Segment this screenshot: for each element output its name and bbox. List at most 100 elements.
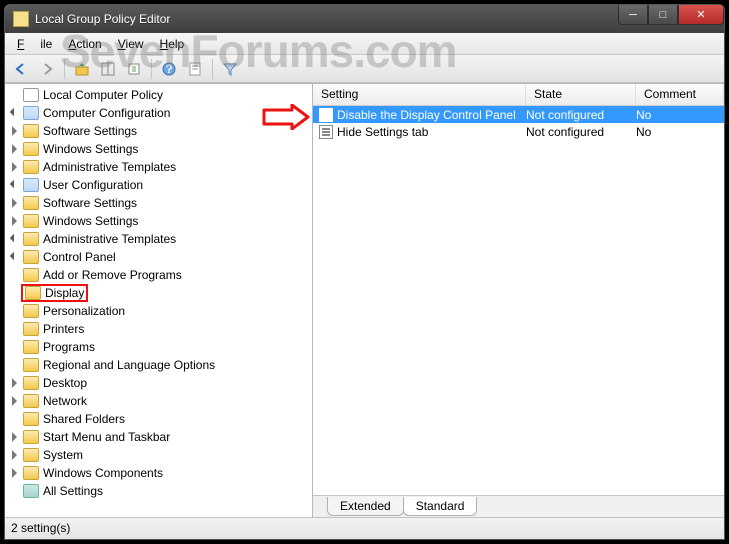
list-header: Setting State Comment: [313, 84, 724, 106]
list-row[interactable]: Disable the Display Control Panel Not co…: [313, 106, 724, 123]
folder-icon: [23, 268, 39, 282]
list-body[interactable]: Disable the Display Control Panel Not co…: [313, 106, 724, 495]
export-button[interactable]: [122, 58, 146, 80]
tree-item[interactable]: Desktop: [5, 374, 312, 392]
folder-icon: [23, 394, 39, 408]
window-buttons: ─ □ ✕: [618, 5, 724, 33]
tree-item[interactable]: Personalization: [5, 302, 312, 320]
tree-root[interactable]: Local Computer Policy: [5, 86, 312, 104]
filter-button[interactable]: [218, 58, 242, 80]
forward-button[interactable]: [35, 58, 59, 80]
menu-file[interactable]: File: [9, 35, 60, 53]
computer-icon: [23, 106, 39, 120]
list-panel: Setting State Comment Disable the Displa…: [313, 84, 724, 517]
folder-icon: [23, 160, 39, 174]
expander-icon[interactable]: [9, 233, 21, 245]
expander-icon[interactable]: [9, 197, 21, 209]
folder-icon: [23, 448, 39, 462]
expander-icon[interactable]: [9, 179, 21, 191]
app-icon: [13, 11, 29, 27]
tree-all-settings[interactable]: All Settings: [5, 482, 312, 500]
expander-icon[interactable]: [9, 143, 21, 155]
folder-open-icon: [23, 232, 39, 246]
expander-icon[interactable]: [9, 395, 21, 407]
tree-item[interactable]: Network: [5, 392, 312, 410]
help-button[interactable]: ?: [157, 58, 181, 80]
tree-panel[interactable]: Local Computer Policy Computer Configura…: [5, 84, 313, 517]
folder-icon: [23, 340, 39, 354]
up-button[interactable]: [70, 58, 94, 80]
tree-computer-config[interactable]: Computer Configuration: [5, 104, 312, 122]
folder-icon: [23, 142, 39, 156]
expander-icon[interactable]: [9, 431, 21, 443]
list-row[interactable]: Hide Settings tab Not configured No: [313, 123, 724, 140]
tree-item[interactable]: Windows Settings: [5, 140, 312, 158]
tree-item[interactable]: Shared Folders: [5, 410, 312, 428]
tree-admin-templates[interactable]: Administrative Templates: [5, 230, 312, 248]
expander-icon[interactable]: [9, 449, 21, 461]
svg-text:?: ?: [165, 62, 172, 76]
separator: [212, 59, 213, 79]
tree-user-config[interactable]: User Configuration: [5, 176, 312, 194]
folder-icon: [23, 358, 39, 372]
col-state[interactable]: State: [526, 84, 636, 105]
tree-item[interactable]: Administrative Templates: [5, 158, 312, 176]
menu-help[interactable]: Help: [152, 35, 193, 53]
status-text: 2 setting(s): [11, 521, 70, 535]
setting-icon: [319, 108, 333, 122]
col-setting[interactable]: Setting: [313, 84, 526, 105]
tree-item[interactable]: Software Settings: [5, 122, 312, 140]
tree-item[interactable]: Regional and Language Options: [5, 356, 312, 374]
statusbar: 2 setting(s): [5, 517, 724, 539]
expander-icon[interactable]: [9, 107, 21, 119]
tabs: Extended Standard: [313, 495, 724, 517]
user-icon: [23, 178, 39, 192]
folder-icon: [23, 214, 39, 228]
expander-icon[interactable]: [9, 161, 21, 173]
folder-icon: [23, 124, 39, 138]
show-hide-button[interactable]: [96, 58, 120, 80]
maximize-button[interactable]: □: [648, 5, 678, 25]
tree-item[interactable]: Programs: [5, 338, 312, 356]
folder-icon: [23, 466, 39, 480]
expander-icon[interactable]: [9, 251, 21, 263]
folder-open-icon: [23, 250, 39, 264]
expander-icon[interactable]: [9, 377, 21, 389]
separator: [64, 59, 65, 79]
tree-item[interactable]: Software Settings: [5, 194, 312, 212]
properties-button[interactable]: [183, 58, 207, 80]
close-button[interactable]: ✕: [678, 5, 724, 25]
folder-icon: [25, 286, 41, 300]
policy-icon: [23, 88, 39, 102]
tab-standard[interactable]: Standard: [403, 497, 478, 516]
menu-action[interactable]: Action: [60, 35, 109, 53]
titlebar[interactable]: Local Group Policy Editor ─ □ ✕: [5, 5, 724, 33]
app-window: Local Group Policy Editor ─ □ ✕ File Act…: [4, 4, 725, 540]
col-comment[interactable]: Comment: [636, 84, 724, 105]
minimize-button[interactable]: ─: [618, 5, 648, 25]
back-button[interactable]: [9, 58, 33, 80]
expander-icon[interactable]: [9, 125, 21, 137]
tree-item[interactable]: Windows Components: [5, 464, 312, 482]
folder-icon: [23, 430, 39, 444]
separator: [151, 59, 152, 79]
setting-icon: [319, 125, 333, 139]
content-area: Local Computer Policy Computer Configura…: [5, 83, 724, 517]
tree-item[interactable]: Add or Remove Programs: [5, 266, 312, 284]
tree-control-panel[interactable]: Control Panel: [5, 248, 312, 266]
tree-item[interactable]: Start Menu and Taskbar: [5, 428, 312, 446]
folder-icon: [23, 376, 39, 390]
menu-view[interactable]: View: [110, 35, 152, 53]
tree-item[interactable]: System: [5, 446, 312, 464]
tree-display[interactable]: Display: [5, 284, 312, 302]
tree-item[interactable]: Windows Settings: [5, 212, 312, 230]
expander-icon[interactable]: [9, 467, 21, 479]
folder-icon: [23, 322, 39, 336]
menubar: File Action View Help: [5, 33, 724, 55]
folder-icon: [23, 412, 39, 426]
expander-icon[interactable]: [9, 215, 21, 227]
tab-extended[interactable]: Extended: [327, 497, 404, 516]
tree-item[interactable]: Printers: [5, 320, 312, 338]
folder-icon: [23, 196, 39, 210]
all-settings-icon: [23, 484, 39, 498]
